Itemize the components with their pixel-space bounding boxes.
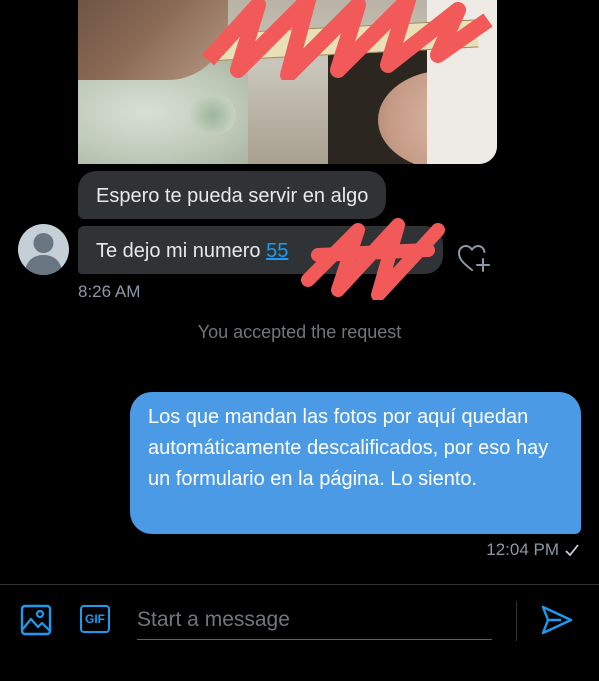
photo-attachment[interactable] [78,0,497,164]
message-text: Los que mandan las fotos por aquí quedan… [148,406,549,490]
message-timestamp: 12:04 PM [486,540,559,559]
system-message: You accepted the request [197,322,402,342]
outgoing-message: Los que mandan las fotos por aquí quedan… [130,392,581,534]
message-text: Te dejo mi numero [96,240,267,262]
divider [516,601,517,641]
read-check-icon [565,544,579,556]
message-input[interactable] [137,601,492,640]
message-text: Espero te pueda servir en algo [96,185,369,207]
gif-label: GIF [85,612,105,626]
redaction-scribble [202,0,493,80]
image-icon[interactable] [20,604,52,636]
add-reaction-icon[interactable] [457,244,491,274]
send-icon[interactable] [541,605,573,635]
photo-region [188,95,238,135]
default-avatar-icon [24,233,63,275]
redaction-scribble [301,218,445,300]
message-timestamp: 8:26 AM [78,282,141,301]
outgoing-meta: 12:04 PM [486,540,579,560]
avatar[interactable] [18,224,69,275]
phone-link[interactable]: 55 [266,240,288,262]
message-composer: GIF [0,584,599,681]
gif-icon[interactable]: GIF [80,605,110,633]
